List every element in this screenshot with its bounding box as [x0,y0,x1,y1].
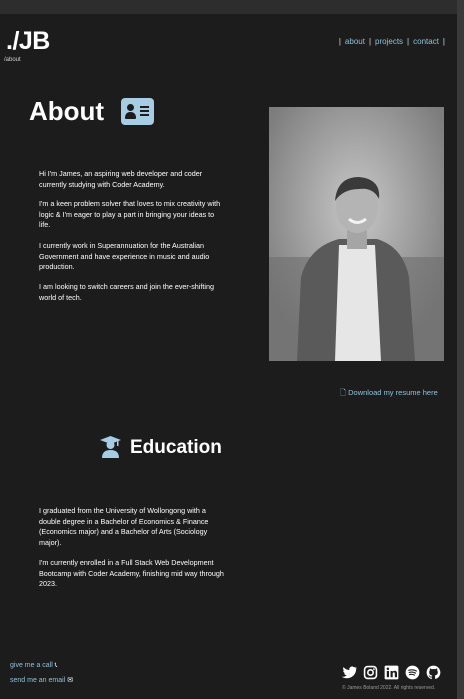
call-label[interactable]: give me a call [10,662,53,669]
resume-download[interactable]: 🗋 Download my resume here [340,387,438,400]
nav-link-projects[interactable]: projects [375,37,403,46]
nav-separator: | [338,37,341,46]
envelope-icon: ✉ [67,677,74,684]
spotify-icon[interactable] [405,665,420,680]
resume-link[interactable]: Download my resume here [348,388,438,397]
nav-separator: | [368,37,372,46]
email-link[interactable]: send me an email ✉ [10,676,73,684]
id-card-icon [121,98,154,125]
about-paragraph: I'm a keen problem solver that loves to … [39,199,221,230]
about-paragraph: I currently work in Superannuation for t… [39,241,210,272]
instagram-icon[interactable] [363,665,378,680]
about-paragraph: Hi I'm James, an aspiring web developer … [39,169,203,189]
education-heading: Education [130,437,222,458]
nav-separator: | [407,37,410,46]
main-nav: | about | projects | contact | [335,37,449,46]
about-heading: About [29,96,105,126]
call-link[interactable]: give me a call 📞︎ [10,662,57,670]
nav-link-contact[interactable]: contact [413,37,439,46]
nav-link-about[interactable]: about [345,37,365,46]
scrollbar[interactable] [457,0,464,699]
profile-photo [269,107,444,361]
document-icon: 🗋 [340,388,347,397]
education-paragraph: I'm currently enrolled in a Full Stack W… [39,558,224,589]
social-links [342,665,441,680]
twitter-icon[interactable] [342,665,357,680]
linkedin-icon[interactable] [384,665,399,680]
current-path: /about [4,57,21,63]
browser-top-strip [0,0,464,14]
graduate-icon [100,436,121,458]
nav-separator: | [442,37,445,46]
about-paragraph: I am looking to switch careers and join … [39,282,214,302]
phone-icon: 📞︎ [54,662,58,669]
github-icon[interactable] [426,665,441,680]
education-paragraph: I graduated from the University of Wollo… [39,506,209,547]
email-label[interactable]: send me an email [10,677,65,684]
copyright-text: © James Boland 2022. All rights reserved… [342,685,436,691]
site-logo[interactable]: ./JB [6,27,50,56]
